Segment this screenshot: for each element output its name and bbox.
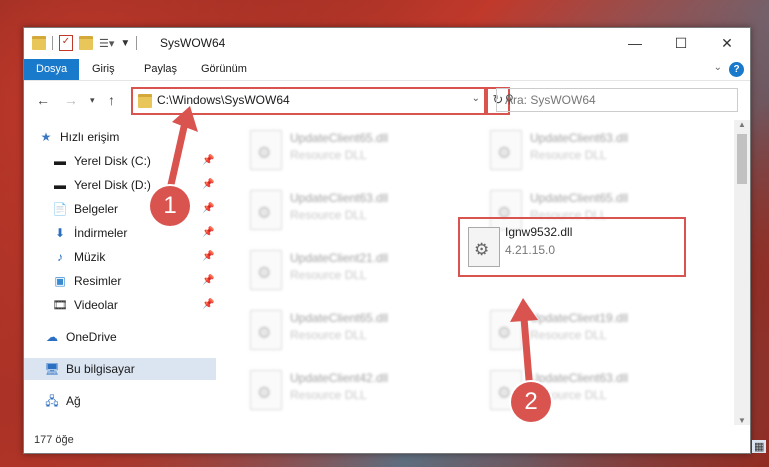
step-1-badge: 1 <box>150 186 190 226</box>
step-2-badge: 2 <box>511 382 551 422</box>
arrow-to-file <box>520 314 534 396</box>
annotation-arrows <box>164 106 538 396</box>
arrow-head <box>510 298 538 322</box>
